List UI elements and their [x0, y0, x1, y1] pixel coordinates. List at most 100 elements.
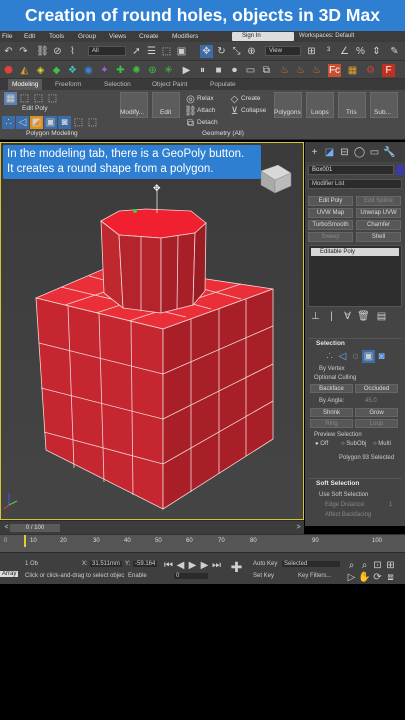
object-color-swatch[interactable] [396, 165, 404, 175]
edit-spline-button[interactable]: Edit Spline [356, 196, 401, 206]
record-icon[interactable]: ⏺ [228, 64, 241, 77]
time-cursor[interactable] [24, 535, 26, 547]
spinner-snap-icon[interactable]: ⇕ [370, 45, 383, 58]
undo-icon[interactable]: ↶ [2, 45, 15, 58]
element-mode-icon[interactable]: ◙ [375, 350, 388, 363]
make-unique-icon[interactable]: ∀ [341, 310, 354, 323]
detach-icon[interactable]: ⧉ [184, 117, 197, 130]
percent-snap-icon[interactable]: % [354, 45, 367, 58]
edit-poly-button[interactable]: Edit Poly [308, 196, 353, 206]
pause-icon[interactable]: ⏸ [196, 64, 209, 77]
chamfer-button[interactable]: Chamfer [356, 220, 401, 230]
time-slider[interactable]: < 0 / 100 > [0, 520, 304, 534]
schematic-icon[interactable]: ✦ [98, 64, 111, 77]
shell-button[interactable]: Shell [356, 232, 401, 242]
configure-sets-icon[interactable]: ▤ [375, 310, 388, 323]
mirror-icon[interactable]: ◭ [18, 64, 31, 77]
polygon-icon[interactable]: ▣ [44, 116, 57, 129]
show-end-icon[interactable]: ⬚ [46, 92, 59, 105]
show-end-result-icon[interactable]: | [325, 310, 338, 323]
redo-icon[interactable]: ↷ [17, 45, 30, 58]
scale-icon[interactable]: ⤡ [230, 45, 243, 58]
menu-create[interactable]: Create [139, 31, 159, 42]
link-icon[interactable]: ⛓ [36, 45, 49, 58]
editable-icon[interactable]: ⬚ [18, 92, 31, 105]
edge-mode-icon[interactable]: ◁ [336, 350, 349, 363]
pan-icon[interactable]: ✋ [358, 571, 371, 584]
rotate-icon[interactable]: ↻ [215, 45, 228, 58]
preview-multi-radio[interactable]: ○ Multi [373, 441, 391, 447]
enable-checkbox[interactable]: Enable [128, 573, 147, 579]
menu-views[interactable]: Views [109, 31, 126, 42]
soft-selection-rollout-header[interactable]: Soft Selection [308, 478, 402, 488]
unlink-icon[interactable]: ⊘ [51, 45, 64, 58]
collapse-icon[interactable]: ⊻ [228, 105, 241, 118]
by-angle-checkbox[interactable]: By Angle: [319, 398, 344, 404]
preview-off-radio[interactable]: ● Off [315, 441, 328, 447]
auto-key-button[interactable]: Auto Key [253, 561, 277, 567]
ring-button[interactable]: Ring [310, 419, 353, 428]
key-filters-button[interactable]: Key Filters... [298, 573, 331, 579]
menu-modifiers[interactable]: Modifiers [172, 31, 198, 42]
named-selection-icon[interactable]: ✎ [388, 45, 401, 58]
menu-file[interactable]: File [2, 31, 12, 42]
tab-modeling[interactable]: Modeling [8, 79, 43, 90]
modify-tab-icon[interactable]: ◪ [323, 146, 336, 159]
preview-subobj-radio[interactable]: ○ SubObj [341, 441, 366, 447]
use-soft-selection-checkbox[interactable]: Use Soft Selection [319, 492, 368, 498]
vertex-icon[interactable]: ∴ [2, 116, 15, 129]
polygon-modeling-icon[interactable]: ▦ [4, 92, 17, 105]
utilities-tab-icon[interactable]: 🔧 [383, 146, 396, 159]
tool-icon[interactable]: ⚙ [364, 64, 377, 77]
angle-value-field[interactable]: 45.0 [365, 398, 377, 404]
turbosmooth-button[interactable]: TurboSmooth [308, 220, 353, 230]
viewport-icon[interactable]: ⧉ [260, 64, 273, 77]
backface-button[interactable]: Backface [310, 384, 353, 393]
track-bar[interactable]: 0 10 20 30 40 50 60 70 80 90 100 [0, 534, 405, 552]
uvw-map-button[interactable]: UVW Map [308, 208, 353, 218]
script-icon[interactable]: F [382, 64, 395, 77]
grow-button[interactable]: Grow [355, 408, 398, 417]
relax-button[interactable]: Relax [197, 95, 214, 102]
scene-explorer-icon[interactable]: ❖ [66, 64, 79, 77]
tab-populate[interactable]: Populate [210, 79, 236, 90]
loop-button[interactable]: Loop [355, 419, 398, 428]
shrink-button[interactable]: Shrink [310, 408, 353, 417]
y-coordinate-field[interactable]: -59.164 [133, 561, 158, 567]
attach-button[interactable]: Attach [197, 107, 215, 114]
occluded-button[interactable]: Occluded [355, 384, 398, 393]
play-icon[interactable]: ▶ [180, 64, 193, 77]
unwrap-uvw-button[interactable]: Unwrap UVW [356, 208, 401, 218]
reference-coordinate-dropdown[interactable]: View [265, 46, 301, 56]
x-coordinate-field[interactable]: 31.511mm [90, 561, 122, 567]
place-icon[interactable]: ⊕ [245, 45, 258, 58]
preserve-uv-icon[interactable]: ⬚ [72, 116, 85, 129]
current-frame-field[interactable]: 0 [174, 573, 208, 579]
tab-freeform[interactable]: Freeform [55, 79, 81, 90]
object-name-field[interactable]: Box001 [308, 165, 394, 175]
element-icon[interactable]: ◙ [58, 116, 71, 129]
maxscript-listener[interactable]: Array [0, 571, 19, 577]
angle-snap-icon[interactable]: ∠ [338, 45, 351, 58]
menu-edit[interactable]: Edit [24, 31, 35, 42]
set-key-button[interactable]: Set Key [253, 573, 274, 579]
align-icon[interactable]: ◈ [34, 64, 47, 77]
snap-icon[interactable]: ³ [322, 45, 335, 58]
select-by-name-icon[interactable]: ☰ [145, 45, 158, 58]
menu-tools[interactable]: Tools [49, 31, 64, 42]
orbit-icon[interactable]: ⟳ [371, 571, 384, 584]
polygon-mode-icon[interactable]: ▣ [362, 350, 375, 363]
tab-selection[interactable]: Selection [104, 79, 131, 90]
frame-counter[interactable]: 0 / 100 [10, 524, 60, 532]
effect-icon[interactable]: ♨ [294, 64, 307, 77]
detach-button[interactable]: Detach [197, 119, 218, 126]
edge-distance-label[interactable]: Edge Distance: [325, 502, 366, 508]
polygon-modeling-panel-title[interactable]: Polygon Modeling [26, 130, 78, 137]
maximize-viewport-icon[interactable]: ⧈ [384, 571, 397, 584]
pin-stack-icon[interactable]: ⊥ [309, 310, 322, 323]
stack-icon[interactable]: ⬚ [32, 92, 45, 105]
sign-in-dropdown[interactable]: Sign In [232, 32, 294, 41]
render-setup-icon[interactable]: ✺ [130, 64, 143, 77]
bind-icon[interactable]: ⌇ [66, 45, 79, 58]
particle-icon[interactable]: ♨ [310, 64, 323, 77]
